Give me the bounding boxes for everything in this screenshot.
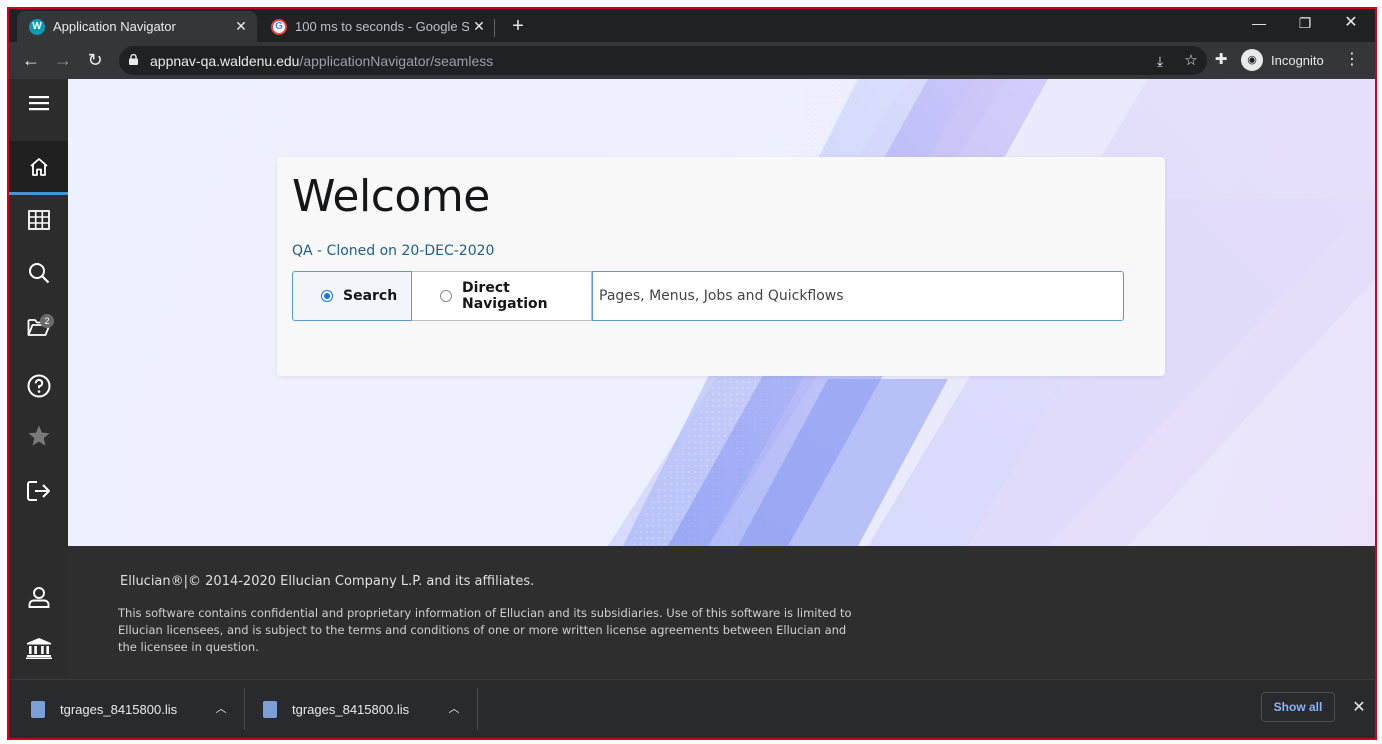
user-icon xyxy=(28,587,49,608)
show-all-button[interactable]: Show all xyxy=(1261,692,1335,722)
address-bar[interactable]: appnav-qa.waldenu.edu/applicationNavigat… xyxy=(119,46,1207,75)
institution-icon xyxy=(25,638,52,659)
google-icon: G xyxy=(271,18,287,35)
extensions-puzzle-icon[interactable]: ✚ xyxy=(1208,47,1234,73)
page-title: Welcome xyxy=(292,171,490,222)
copyright-text: Ellucian®|© 2014-2020 Ellucian Company L… xyxy=(120,574,535,589)
download-item[interactable]: tgrages_8415800.lis xyxy=(31,680,237,738)
tab-application-navigator[interactable]: W Application Navigator ✕ xyxy=(17,11,257,42)
search-radio[interactable] xyxy=(321,290,333,302)
lock-icon xyxy=(129,54,138,65)
back-button[interactable]: ← xyxy=(18,47,44,73)
new-tab-button[interactable]: + xyxy=(506,14,530,38)
favorites-button[interactable] xyxy=(9,412,68,460)
file-icon xyxy=(31,700,45,718)
file-icon xyxy=(263,700,277,718)
help-button[interactable] xyxy=(9,362,68,410)
search-field[interactable] xyxy=(592,271,1124,321)
url-path: /applicationNavigator/seamless xyxy=(299,53,494,69)
url-host: appnav-qa.waldenu.edu xyxy=(150,53,300,69)
direct-navigation-label: Direct Navigation xyxy=(462,280,548,312)
tab-title: 100 ms to seconds - Google Sear xyxy=(295,19,469,34)
close-icon[interactable]: ✕ xyxy=(469,18,489,35)
url-text[interactable]: appnav-qa.waldenu.edu/applicationNavigat… xyxy=(150,53,493,69)
sign-out-button[interactable] xyxy=(9,467,68,515)
tab-strip: W Application Navigator ✕ G 100 ms to se… xyxy=(9,9,1375,42)
environment-label: QA - Cloned on 20-DEC-2020 xyxy=(292,243,495,259)
tab-divider xyxy=(494,19,495,37)
welcome-card: Welcome QA - Cloned on 20-DEC-2020 Searc… xyxy=(277,157,1165,376)
browser-menu-icon[interactable]: ⋮ xyxy=(1339,47,1365,73)
close-downloads-icon[interactable]: ✕ xyxy=(1349,698,1369,718)
download-filename: tgrages_8415800.lis xyxy=(292,701,410,717)
window-close-button[interactable]: ✕ xyxy=(1328,9,1374,39)
star-icon xyxy=(28,425,49,446)
downloads-bar: tgrages_8415800.lis ︿ tgrages_8415800.li… xyxy=(9,679,1375,738)
home-icon xyxy=(29,157,48,176)
download-icon[interactable]: ⤓ xyxy=(1150,51,1170,71)
institution-button[interactable] xyxy=(9,624,68,672)
help-icon xyxy=(27,374,50,398)
restore-button[interactable]: ❐ xyxy=(1282,9,1328,39)
legal-notice: This software contains confidential and … xyxy=(118,606,852,654)
direct-navigation-radio[interactable] xyxy=(440,290,452,302)
folder-count-badge: 2 xyxy=(40,314,54,328)
w-logo-icon: W xyxy=(29,18,45,35)
grid-icon xyxy=(27,210,50,230)
browser-toolbar: ← → ↻ appnav-qa.waldenu.edu/applicationN… xyxy=(9,42,1375,79)
incognito-label: Incognito xyxy=(1271,52,1324,68)
download-item[interactable]: tgrages_8415800.lis xyxy=(263,680,469,738)
chevron-up-icon[interactable]: ︿ xyxy=(446,701,462,717)
close-icon[interactable]: ✕ xyxy=(231,18,251,35)
search-option-label: Search xyxy=(343,288,398,304)
menu-button[interactable] xyxy=(9,79,68,127)
applications-grid-button[interactable] xyxy=(9,196,68,244)
user-profile-button[interactable] xyxy=(9,573,68,621)
download-filename: tgrages_8415800.lis xyxy=(60,701,178,717)
search-button[interactable] xyxy=(9,249,68,297)
search-input[interactable] xyxy=(593,272,1123,320)
footer: Ellucian®|© 2014-2020 Ellucian Company L… xyxy=(68,546,1375,679)
search-option[interactable]: Search xyxy=(292,271,412,321)
search-icon xyxy=(28,263,49,284)
forward-button[interactable]: → xyxy=(50,47,76,73)
home-button[interactable] xyxy=(9,141,68,195)
recently-opened-button[interactable]: 2 xyxy=(9,303,68,351)
menu-icon xyxy=(28,96,49,111)
browser-window: W Application Navigator ✕ G 100 ms to se… xyxy=(9,9,1375,738)
main-content: Welcome QA - Cloned on 20-DEC-2020 Searc… xyxy=(68,79,1375,546)
incognito-icon: ◉ xyxy=(1241,49,1263,71)
bookmark-star-icon[interactable]: ☆ xyxy=(1181,51,1201,71)
tab-title: Application Navigator xyxy=(53,19,176,34)
page: 2 Welcome QA - Cloned on 20-DEC-2020 Sea… xyxy=(9,79,1375,679)
download-divider xyxy=(477,688,478,730)
incognito-profile[interactable]: ◉ Incognito xyxy=(1241,47,1324,73)
direct-navigation-option[interactable]: Direct Navigation xyxy=(412,271,592,321)
reload-button[interactable]: ↻ xyxy=(82,47,108,73)
sign-out-icon xyxy=(26,481,50,501)
download-divider xyxy=(244,688,245,730)
chevron-up-icon[interactable]: ︿ xyxy=(213,701,229,717)
tab-google-search[interactable]: G 100 ms to seconds - Google Sear ✕ xyxy=(259,11,495,42)
minimize-button[interactable]: — xyxy=(1236,9,1282,39)
side-navigation: 2 xyxy=(9,79,68,679)
